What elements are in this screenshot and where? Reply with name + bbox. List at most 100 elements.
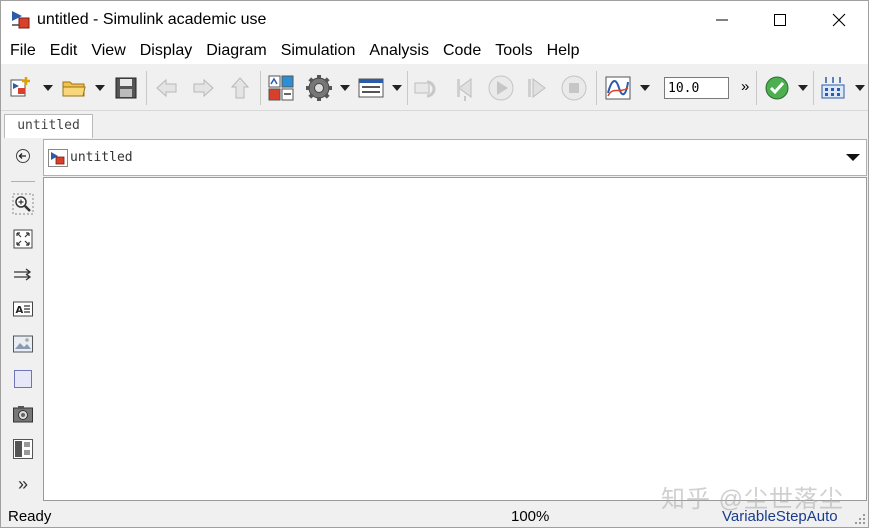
resize-grip-icon[interactable] (854, 513, 866, 525)
title-bar: untitled - Simulink academic use (1, 1, 868, 38)
open-folder-icon (62, 81, 86, 97)
toolbar-overflow-button[interactable]: » (741, 78, 749, 95)
model-configuration-button[interactable] (305, 74, 333, 102)
signal-arrow-icon (14, 268, 32, 281)
maximize-icon (774, 13, 786, 26)
save-button[interactable] (112, 74, 140, 102)
annotation-icon: A (13, 301, 33, 317)
save-icon (115, 77, 137, 99)
block-diagram-palette: A » (3, 139, 43, 501)
model-icon (48, 149, 68, 167)
signal-line-button[interactable] (10, 261, 36, 287)
screenshot-icon (13, 406, 33, 423)
scope-icon (605, 76, 631, 100)
minimize-button[interactable] (693, 1, 751, 38)
area-button[interactable] (10, 366, 36, 392)
new-model-icon (10, 77, 30, 97)
model-explorer-button[interactable] (357, 74, 385, 102)
area-icon (14, 370, 32, 388)
step-back-button[interactable] (451, 74, 479, 102)
back-arrow-icon (156, 78, 177, 98)
menu-bar: File Edit View Display Diagram Simulatio… (1, 38, 868, 64)
menu-code[interactable]: Code (436, 38, 488, 64)
model-config-gear-icon (306, 75, 332, 101)
stop-time-input[interactable] (664, 77, 729, 99)
open-dropdown-icon[interactable] (95, 84, 105, 92)
zoom-button[interactable] (10, 191, 36, 217)
more-tools-button[interactable]: » (10, 471, 36, 497)
svg-text:A: A (16, 305, 24, 316)
step-forward-icon (528, 78, 546, 98)
model-config-dropdown-icon[interactable] (340, 84, 350, 92)
maximize-button[interactable] (751, 1, 809, 38)
menu-tools[interactable]: Tools (488, 38, 539, 64)
run-button[interactable] (487, 74, 515, 102)
toolbar-separator (260, 71, 261, 105)
model-advisor-button[interactable] (763, 74, 791, 102)
model-advisor-check-icon (765, 76, 789, 100)
model-browser-button[interactable] (10, 436, 36, 462)
menu-simulation[interactable]: Simulation (274, 38, 363, 64)
menu-display[interactable]: Display (133, 38, 199, 64)
toolbar-separator (146, 71, 147, 105)
simulink-model-icon (12, 11, 30, 29)
close-button[interactable] (810, 1, 868, 38)
build-dropdown-icon[interactable] (855, 84, 865, 92)
model-tab-strip: untitled (1, 111, 868, 138)
model-explorer-bar: untitled (43, 139, 867, 176)
stop-icon (561, 75, 587, 101)
update-diagram-icon (414, 80, 436, 98)
status-text: Ready (8, 508, 52, 525)
tab-untitled[interactable]: untitled (4, 114, 93, 138)
zoom-icon (12, 193, 34, 215)
stop-button[interactable] (560, 74, 588, 102)
simulink-window: untitled - Simulink academic use File Ed… (0, 0, 869, 528)
palette-separator (11, 181, 35, 182)
toolbar-separator (813, 71, 814, 105)
model-path-breadcrumb[interactable]: untitled (70, 150, 133, 165)
minimize-icon (716, 19, 728, 20)
new-model-button[interactable] (7, 74, 35, 102)
step-back-icon (457, 78, 472, 101)
menu-view[interactable]: View (84, 38, 132, 64)
path-dropdown-icon[interactable] (846, 153, 860, 162)
model-explorer-icon (358, 78, 384, 98)
menu-diagram[interactable]: Diagram (199, 38, 273, 64)
hide-explorer-icon (16, 149, 30, 163)
up-arrow-icon (230, 77, 250, 99)
menu-analysis[interactable]: Analysis (362, 38, 436, 64)
build-model-button[interactable] (819, 74, 847, 102)
up-button[interactable] (226, 74, 254, 102)
screenshot-button[interactable] (10, 401, 36, 427)
annotation-button[interactable]: A (10, 296, 36, 322)
watermark: 知乎 @尘世落尘 (661, 486, 845, 513)
menu-file[interactable]: File (3, 38, 43, 64)
toolbar-separator (756, 71, 757, 105)
toolbar-separator (407, 71, 408, 105)
toolbar-separator (596, 71, 597, 105)
toolbar (1, 65, 868, 111)
open-button[interactable] (60, 74, 88, 102)
fit-to-view-button[interactable] (10, 226, 36, 252)
image-button[interactable] (10, 331, 36, 357)
run-icon (488, 75, 514, 101)
simulation-data-inspector-button[interactable] (604, 74, 632, 102)
forward-button[interactable] (189, 74, 217, 102)
step-forward-button[interactable] (523, 74, 551, 102)
back-button[interactable] (153, 74, 181, 102)
update-diagram-button[interactable] (413, 74, 441, 102)
fit-to-view-icon (13, 229, 33, 249)
window-title: untitled - Simulink academic use (37, 11, 267, 28)
menu-help[interactable]: Help (540, 38, 587, 64)
new-model-dropdown-icon[interactable] (43, 84, 53, 92)
model-canvas[interactable] (43, 177, 867, 501)
scope-dropdown-icon[interactable] (640, 84, 650, 92)
library-browser-button[interactable] (267, 74, 295, 102)
hide-explorer-button[interactable] (10, 143, 36, 169)
model-advisor-dropdown-icon[interactable] (798, 84, 808, 92)
library-browser-icon (268, 75, 294, 101)
zoom-level: 100% (511, 508, 550, 525)
image-icon (13, 335, 33, 353)
model-explorer-dropdown-icon[interactable] (392, 84, 402, 92)
menu-edit[interactable]: Edit (43, 38, 85, 64)
